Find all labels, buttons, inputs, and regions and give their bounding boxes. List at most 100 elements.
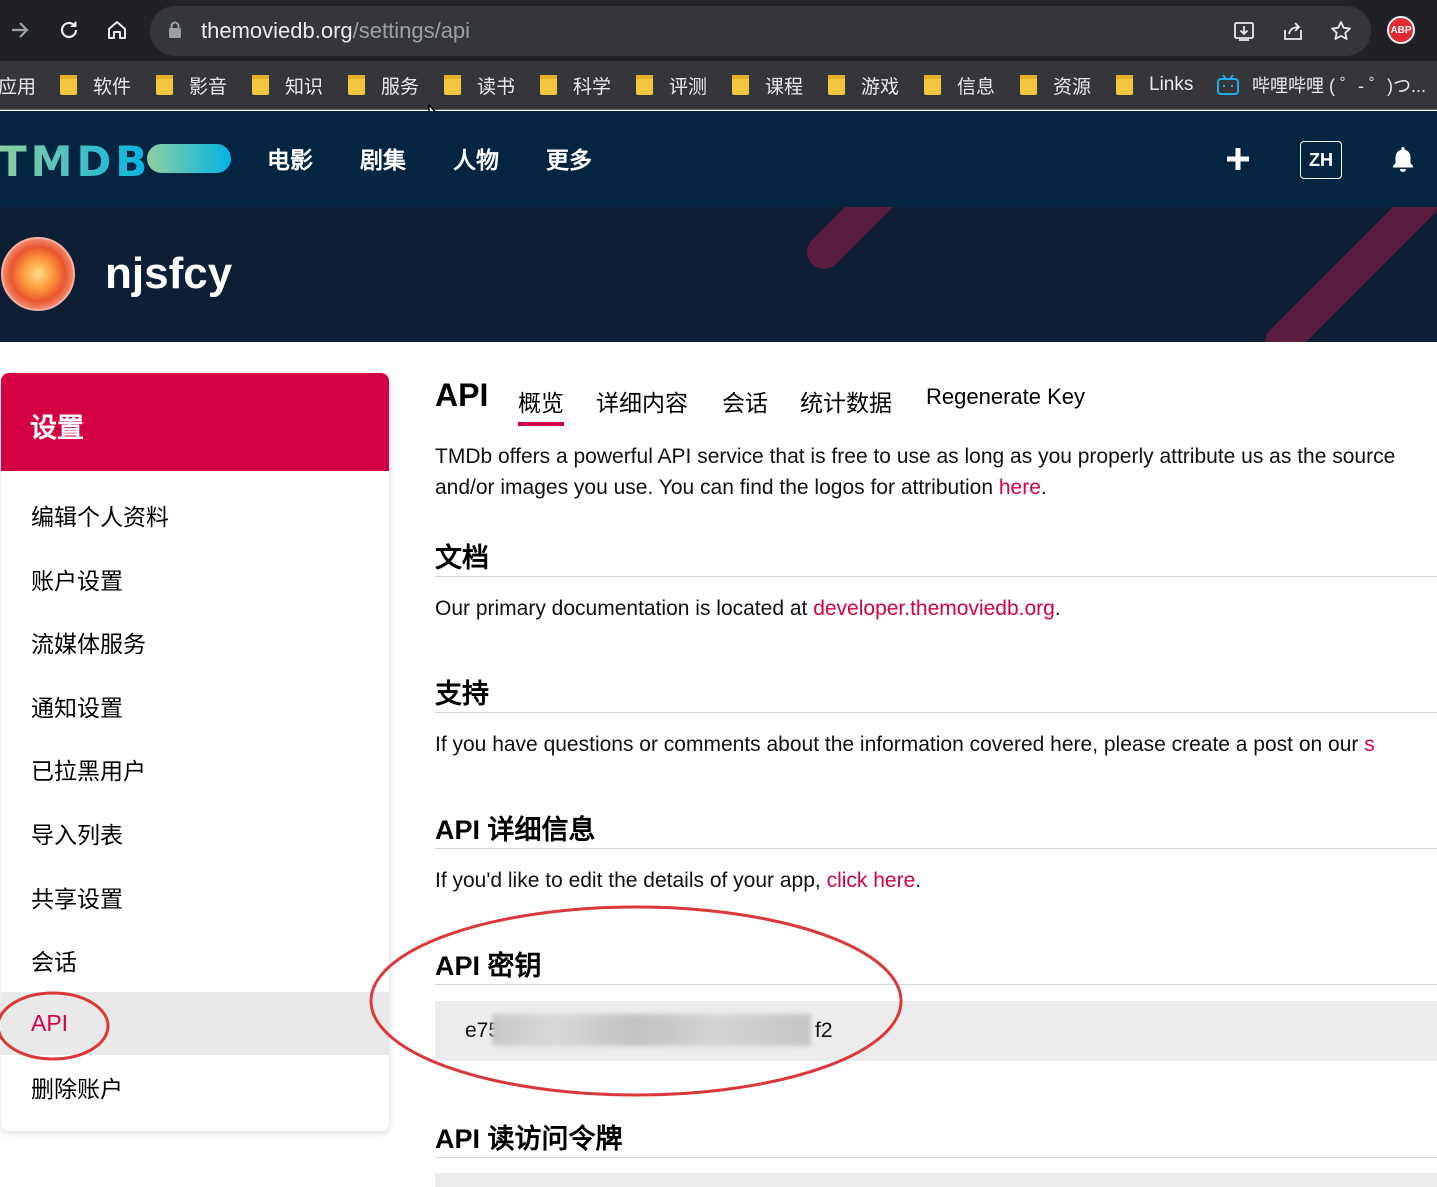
divider bbox=[435, 984, 1437, 985]
bookmark-label: 信息 bbox=[957, 76, 996, 98]
tmdb-logo[interactable]: TMDB bbox=[0, 137, 151, 186]
sidebar-item-account-settings[interactable]: 账户设置 bbox=[1, 547, 389, 610]
page-title: API bbox=[435, 377, 489, 413]
bookmark-folder-games[interactable]: 游戏 bbox=[828, 73, 900, 98]
lock-icon[interactable] bbox=[168, 21, 182, 44]
sidebar-item-edit-profile[interactable]: 编辑个人资料 bbox=[1, 483, 389, 546]
bookmark-label: 课程 bbox=[765, 76, 804, 98]
api-key-heading: API 密钥 bbox=[435, 951, 542, 981]
intro-text-line2: and/or images you use. You can find the … bbox=[435, 472, 1047, 503]
divider bbox=[435, 712, 1437, 713]
bookmark-bilibili[interactable]: 哔哩哔哩 ( ゜- ゜)つ... bbox=[1216, 73, 1426, 97]
api-token-field[interactable] bbox=[435, 1173, 1437, 1187]
sidebar-item-import-list[interactable]: 导入列表 bbox=[1, 801, 389, 864]
sidebar-item-sharing[interactable]: 共享设置 bbox=[1, 865, 389, 928]
intro-text: and/or images you use. You can find the … bbox=[435, 476, 999, 499]
reload-icon[interactable] bbox=[51, 12, 87, 48]
edit-app-link[interactable]: click here bbox=[827, 869, 916, 892]
bookmark-folder-resources[interactable]: 资源 bbox=[1020, 73, 1092, 98]
docs-text: Our primary documentation is located at … bbox=[435, 593, 1061, 624]
language-button[interactable]: ZH bbox=[1300, 141, 1342, 179]
bilibili-icon bbox=[1216, 74, 1240, 96]
home-icon[interactable] bbox=[99, 12, 135, 48]
folder-icon bbox=[924, 75, 941, 95]
bookmark-folder-science[interactable]: 科学 bbox=[540, 73, 611, 98]
bookmark-folder-links[interactable]: Links bbox=[1116, 73, 1193, 97]
tmdb-logo-pill bbox=[147, 144, 231, 173]
docs-text-body: Our primary documentation is located at bbox=[435, 597, 814, 620]
docs-link[interactable]: developer.themoviedb.org bbox=[813, 597, 1055, 620]
api-details-end: . bbox=[915, 869, 922, 892]
sidebar-item-notifications[interactable]: 通知设置 bbox=[1, 674, 389, 737]
folder-icon bbox=[156, 75, 173, 95]
bookmarks-bar: 应用 软件 影音 知识 服务 读书 科学 评测 课程 游戏 信息 资源 Link… bbox=[0, 61, 1437, 110]
folder-icon bbox=[540, 75, 557, 95]
url-text: themoviedb.org/settings/api bbox=[201, 18, 470, 44]
api-key-field[interactable]: e75 f2 bbox=[435, 1001, 1437, 1061]
bookmark-folder-courses[interactable]: 课程 bbox=[732, 73, 804, 98]
intro-text-line1: TMDb offers a powerful API service that … bbox=[435, 445, 1396, 468]
bookmark-folder-services[interactable]: 服务 bbox=[348, 73, 419, 98]
address-bar[interactable]: themoviedb.org/settings/api bbox=[150, 6, 1371, 56]
sidebar-item-sessions[interactable]: 会话 bbox=[1, 928, 389, 991]
bookmark-label: 读书 bbox=[477, 76, 516, 98]
url-path: /settings/api bbox=[352, 18, 471, 43]
sidebar-item-blocked-users[interactable]: 已拉黑用户 bbox=[1, 737, 389, 800]
bookmark-label: 影音 bbox=[189, 76, 228, 98]
bookmark-folder-info[interactable]: 信息 bbox=[924, 73, 996, 98]
tab-details[interactable]: 详细内容 bbox=[596, 384, 688, 418]
bookmark-folder-knowledge[interactable]: 知识 bbox=[252, 73, 323, 98]
bookmark-label: 评测 bbox=[669, 76, 708, 98]
plus-icon[interactable] bbox=[1224, 145, 1252, 173]
profile-banner: njsfcy bbox=[0, 207, 1437, 342]
support-forum-link[interactable]: s bbox=[1364, 733, 1375, 756]
folder-icon bbox=[348, 75, 365, 95]
tab-regenerate-key[interactable]: Regenerate Key bbox=[926, 384, 1085, 410]
sidebar-title: 设置 bbox=[30, 413, 84, 443]
nav-people[interactable]: 人物 bbox=[453, 141, 499, 175]
divider bbox=[435, 1157, 1437, 1158]
settings-sidebar: 设置 编辑个人资料 账户设置 流媒体服务 通知设置 已拉黑用户 导入列表 共享设… bbox=[1, 373, 389, 1131]
sidebar-item-api[interactable]: API bbox=[1, 992, 389, 1055]
nav-tv[interactable]: 剧集 bbox=[360, 141, 406, 175]
api-details-text-body: If you'd like to edit the details of you… bbox=[435, 869, 827, 892]
url-domain: themoviedb.org bbox=[201, 18, 353, 43]
api-key-redaction bbox=[492, 1014, 811, 1046]
folder-icon bbox=[252, 75, 269, 95]
tab-sessions[interactable]: 会话 bbox=[722, 384, 768, 418]
bookmark-apps[interactable]: 应用 bbox=[0, 73, 37, 98]
tab-statistics[interactable]: 统计数据 bbox=[800, 384, 892, 418]
attribution-link[interactable]: here bbox=[999, 476, 1041, 499]
bookmark-label: 游戏 bbox=[861, 76, 900, 98]
sidebar-item-streaming-services[interactable]: 流媒体服务 bbox=[1, 610, 389, 673]
intro-end: . bbox=[1040, 476, 1047, 499]
docs-end: . bbox=[1054, 597, 1061, 620]
username[interactable]: njsfcy bbox=[105, 249, 232, 299]
api-token-heading: API 读访问令牌 bbox=[435, 1124, 623, 1154]
bookmark-label: 资源 bbox=[1053, 76, 1092, 98]
bookmark-label: Links bbox=[1149, 74, 1194, 95]
adblock-plus-icon[interactable]: ABP bbox=[1387, 16, 1415, 44]
folder-icon bbox=[1116, 75, 1133, 95]
avatar[interactable] bbox=[1, 237, 75, 311]
divider bbox=[435, 848, 1437, 849]
tab-overview[interactable]: 概览 bbox=[518, 384, 564, 426]
browser-toolbar: themoviedb.org/settings/api ABP bbox=[0, 0, 1437, 61]
nav-movies[interactable]: 电影 bbox=[267, 141, 313, 175]
api-content: API 概览 详细内容 会话 统计数据 Regenerate Key TMDb … bbox=[435, 373, 1437, 1187]
bell-icon[interactable] bbox=[1390, 144, 1416, 174]
forward-arrow-icon[interactable] bbox=[2, 12, 38, 48]
api-details-text: If you'd like to edit the details of you… bbox=[435, 865, 921, 896]
bookmark-folder-reading[interactable]: 读书 bbox=[444, 73, 516, 98]
install-app-icon[interactable] bbox=[1231, 18, 1257, 44]
sidebar-item-delete-account[interactable]: 删除账户 bbox=[1, 1055, 389, 1118]
nav-more[interactable]: 更多 bbox=[546, 141, 592, 175]
bookmark-folder-software[interactable]: 软件 bbox=[60, 73, 131, 98]
bookmark-label: 应用 bbox=[0, 76, 37, 98]
api-details-heading: API 详细信息 bbox=[435, 815, 596, 845]
bookmark-folder-media[interactable]: 影音 bbox=[156, 73, 228, 98]
bookmark-star-icon[interactable] bbox=[1328, 18, 1354, 44]
share-icon[interactable] bbox=[1280, 18, 1306, 44]
bookmark-folder-reviews[interactable]: 评测 bbox=[636, 73, 708, 98]
folder-icon bbox=[828, 75, 845, 95]
